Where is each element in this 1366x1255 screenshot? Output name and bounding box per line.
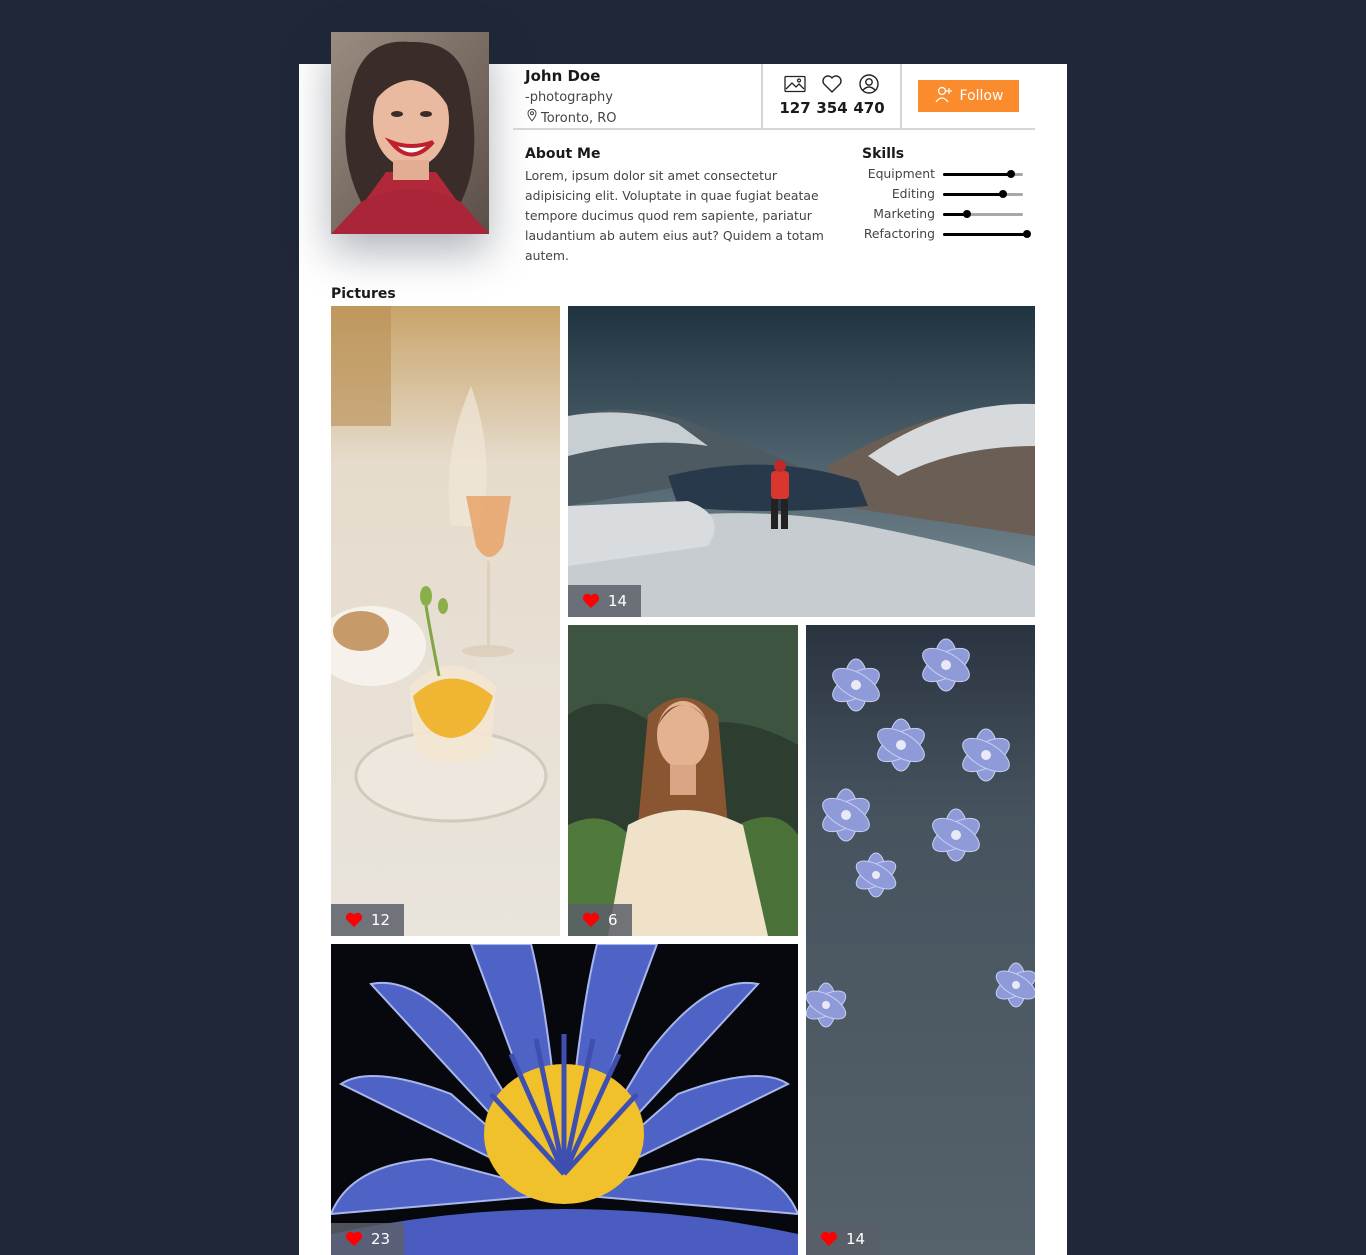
skill-row: Equipment — [862, 164, 1037, 184]
location-text: Toronto, RO — [541, 110, 617, 126]
about-title: About Me — [525, 146, 601, 162]
like-count: 14 — [846, 1230, 866, 1248]
like-badge[interactable]: 6 — [568, 904, 632, 936]
photo-water-lily[interactable]: 23 — [331, 944, 798, 1255]
heart-icon — [582, 912, 600, 928]
like-badge[interactable]: 14 — [568, 585, 642, 617]
about-section: About Me Lorem, ipsum dolor sit amet con… — [525, 144, 830, 266]
header-divider — [761, 64, 763, 128]
profile-name: John Doe — [525, 67, 601, 85]
stat-followers[interactable]: 470 — [852, 72, 886, 122]
photo-portrait[interactable]: 6 — [568, 625, 798, 936]
like-badge[interactable]: 14 — [806, 1223, 880, 1255]
skill-label: Refactoring — [863, 226, 935, 241]
heart-icon — [821, 72, 843, 96]
photo-blue-flowers[interactable]: 14 — [806, 625, 1035, 1255]
like-count: 6 — [608, 911, 618, 929]
photo-mountain[interactable]: 14 — [568, 306, 1035, 617]
stat-likes[interactable]: 354 — [815, 72, 849, 122]
user-plus-icon — [934, 84, 954, 108]
like-count: 23 — [371, 1230, 391, 1248]
profile-info: John Doe -photography Toronto, RO — [525, 66, 761, 129]
about-text: Lorem, ipsum dolor sit amet consectetur … — [525, 168, 824, 263]
header-divider — [900, 64, 902, 128]
profile-header: John Doe -photography Toronto, RO 127 35… — [513, 64, 1035, 130]
skills-section: Skills Equipment Editing Marketing Refac… — [862, 144, 1037, 244]
follow-label: Follow — [959, 88, 1004, 104]
skill-row: Marketing — [862, 204, 1037, 224]
stat-followers-count: 470 — [853, 99, 885, 117]
like-badge[interactable]: 12 — [331, 904, 405, 936]
skill-label: Editing — [891, 186, 935, 201]
location-pin-icon — [525, 108, 539, 129]
skill-row: Editing — [862, 184, 1037, 204]
photo-dessert[interactable]: 12 — [331, 306, 560, 936]
profile-location: Toronto, RO — [525, 108, 761, 129]
skill-slider[interactable] — [943, 210, 1023, 218]
skill-row: Refactoring — [862, 224, 1037, 244]
skill-slider[interactable] — [943, 230, 1031, 238]
follow-button[interactable]: Follow — [918, 80, 1019, 112]
stat-likes-count: 354 — [816, 99, 848, 117]
heart-icon — [820, 1231, 838, 1247]
avatar — [331, 32, 489, 234]
heart-icon — [345, 912, 363, 928]
skill-label: Marketing — [873, 206, 935, 221]
pictures-title: Pictures — [331, 286, 396, 302]
heart-icon — [345, 1231, 363, 1247]
like-badge[interactable]: 23 — [331, 1223, 405, 1255]
like-count: 14 — [608, 592, 628, 610]
profile-tagline: -photography — [525, 90, 613, 105]
skill-slider[interactable] — [943, 190, 1023, 198]
skill-label: Equipment — [867, 166, 935, 181]
skills-title: Skills — [862, 146, 905, 162]
heart-icon — [582, 593, 600, 609]
image-icon — [784, 72, 806, 96]
user-circle-icon — [858, 72, 880, 96]
profile-stats: 127 354 470 — [764, 72, 900, 122]
like-count: 12 — [371, 911, 391, 929]
stat-pictures-count: 127 — [779, 99, 811, 117]
skill-slider[interactable] — [943, 170, 1023, 178]
stat-pictures[interactable]: 127 — [778, 72, 812, 122]
